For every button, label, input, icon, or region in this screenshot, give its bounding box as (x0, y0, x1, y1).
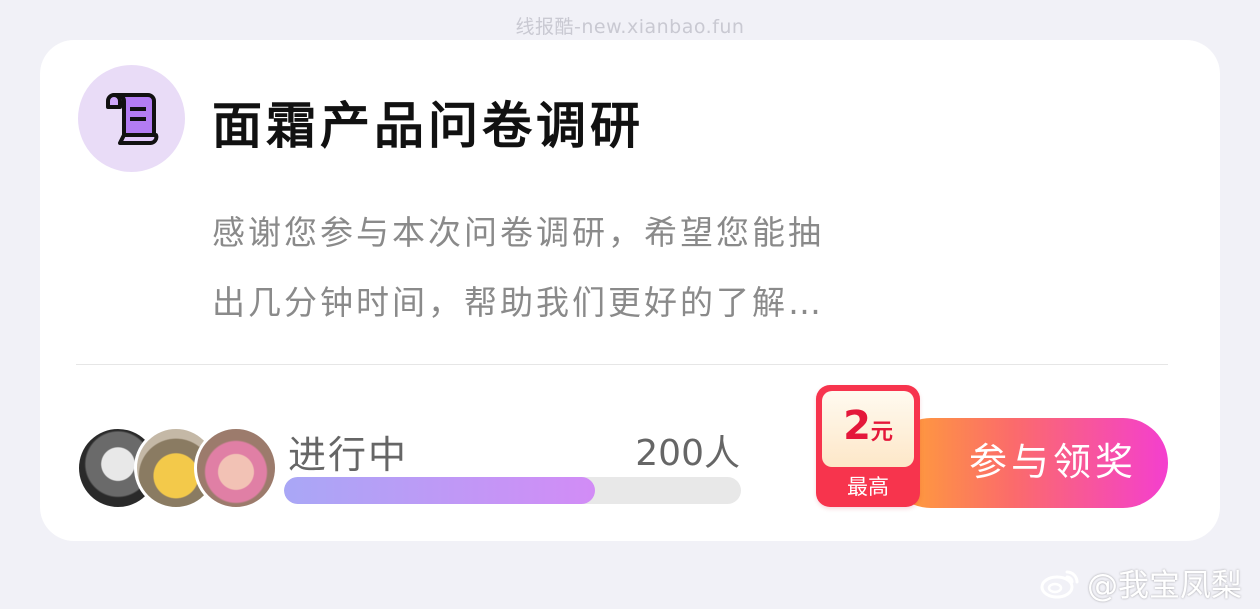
reward-value: 2 (843, 403, 871, 449)
survey-icon-badge (78, 65, 185, 172)
participant-count: 200人 (635, 433, 740, 474)
participant-avatars (76, 426, 278, 510)
weibo-icon (1040, 570, 1079, 598)
watermark-text: @我宝凤梨 (1087, 568, 1242, 604)
reward-card: 2元 (822, 391, 914, 467)
progress-fill (284, 477, 595, 504)
survey-description: 感谢您参与本次问卷调研，希望您能抽出几分钟时间，帮助我们更好的了解… (212, 213, 824, 322)
page: 线报酷-new.xianbao.fun 面霜产品问卷调研 感谢您参与本次问卷调研… (0, 0, 1260, 609)
survey-title: 面霜产品问卷调研 (212, 97, 644, 155)
reward-unit: 元 (870, 420, 893, 445)
avatar (194, 426, 278, 510)
join-reward-button[interactable]: 参与领奖 (886, 418, 1168, 508)
watermark-bottom: @我宝凤梨 (1039, 560, 1242, 605)
reward-amount: 2元 (822, 403, 914, 449)
reward-caption: 最高 (847, 475, 889, 499)
join-button-label: 参与领奖 (968, 442, 1137, 484)
progress-bar (284, 477, 741, 504)
scroll-icon (106, 93, 159, 145)
survey-card[interactable]: 面霜产品问卷调研 感谢您参与本次问卷调研，希望您能抽出几分钟时间，帮助我们更好的… (40, 40, 1220, 541)
reward-badge: 2元 最高 (816, 385, 920, 507)
divider (76, 364, 1168, 365)
watermark-top: 线报酷-new.xianbao.fun (515, 16, 745, 38)
status-label: 进行中 (288, 433, 409, 477)
